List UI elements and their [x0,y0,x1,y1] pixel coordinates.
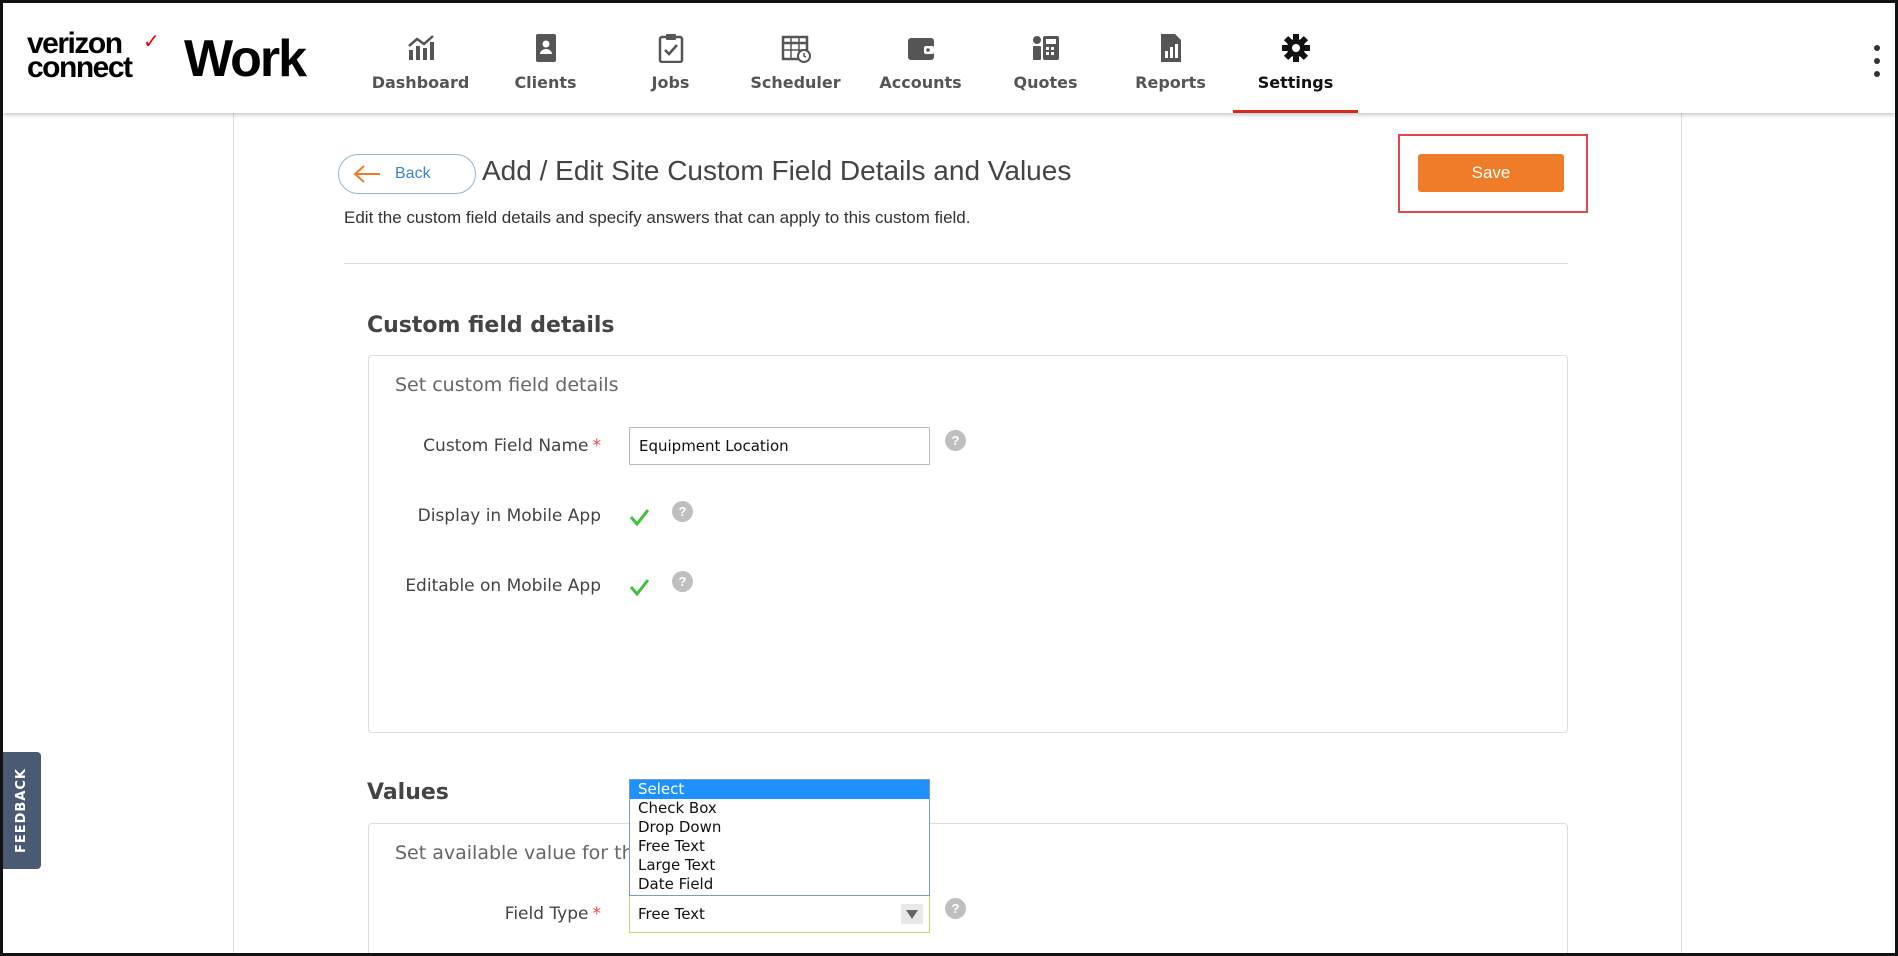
nav-label: Scheduler [750,73,841,92]
panel-heading: Set available value for this [395,842,649,864]
display-in-mobile-checkbox[interactable] [628,506,650,528]
option-free-text[interactable]: Free Text [630,837,929,856]
nav-label: Dashboard [371,73,470,92]
help-icon[interactable]: ? [672,571,693,592]
option-drop-down[interactable]: Drop Down [630,818,929,837]
page-subtitle: Edit the custom field details and specif… [344,208,971,227]
nav-label: Settings [1257,73,1334,92]
editable-on-mobile-label: Editable on Mobile App [405,576,601,596]
values-panel: Set available value for this [368,823,1568,956]
clients-book-icon [531,33,561,63]
scheduler-calendar-icon [781,33,811,63]
logo-check-mark: ✓ [143,31,160,53]
option-date-field[interactable]: Date Field [630,875,929,894]
nav-item-dashboard[interactable]: Dashboard [358,3,483,113]
logo-line-2: connect [27,51,133,84]
nav-item-settings[interactable]: Settings [1233,3,1358,113]
reports-document-icon [1156,33,1186,63]
top-navigation-bar: verizon connect ✓ Work Dashboard Clients… [3,3,1895,113]
display-in-mobile-label: Display in Mobile App [417,506,601,526]
more-options-icon[interactable] [1873,45,1881,77]
required-mark: * [592,904,602,924]
nav-item-quotes[interactable]: Quotes [983,3,1108,113]
feedback-label: FEEDBACK [14,767,30,854]
required-mark: * [592,436,602,456]
help-icon[interactable]: ? [945,898,966,919]
field-type-select[interactable]: Free Text [629,895,930,933]
verizon-connect-logo[interactable]: verizon connect ✓ [27,29,160,85]
custom-field-name-label: Custom Field Name * [380,436,601,456]
main-nav: Dashboard Clients Jobs Scheduler Account… [358,3,1358,113]
option-select[interactable]: Select [630,780,929,799]
field-type-label: Field Type * [380,904,601,924]
chevron-down-icon[interactable] [901,904,923,924]
page-title: Add / Edit Site Custom Field Details and… [482,155,1072,186]
settings-gear-icon [1281,33,1311,63]
nav-item-accounts[interactable]: Accounts [858,3,983,113]
quotes-calculator-icon [1031,33,1061,63]
custom-field-details-panel: Set custom field details [368,355,1568,733]
back-button-label: Back [395,165,431,182]
custom-field-details-heading: Custom field details [367,313,615,338]
back-button[interactable]: Back [338,154,476,194]
nav-label: Clients [514,73,577,92]
nav-label: Accounts [879,73,962,92]
nav-item-clients[interactable]: Clients [483,3,608,113]
jobs-clipboard-icon [656,33,686,63]
product-name: Work [184,30,307,88]
save-button[interactable]: Save [1418,154,1564,192]
dashboard-chart-icon [406,33,436,63]
field-type-value: Free Text [638,905,705,923]
feedback-tab[interactable]: FEEDBACK [3,752,41,869]
values-heading: Values [367,780,449,805]
panel-heading: Set custom field details [395,374,619,396]
label-text: Field Type [504,904,589,924]
arrow-left-icon [353,165,380,183]
editable-on-mobile-checkbox[interactable] [628,576,650,598]
nav-label: Jobs [651,73,690,92]
custom-field-name-input[interactable]: Equipment Location [629,427,930,465]
header-divider [344,263,1568,264]
nav-item-reports[interactable]: Reports [1108,3,1233,113]
field-type-options-list[interactable]: Select Check Box Drop Down Free Text Lar… [629,779,930,896]
help-icon[interactable]: ? [672,501,693,522]
label-text: Custom Field Name [423,436,589,456]
accounts-wallet-icon [906,33,936,63]
help-icon[interactable]: ? [945,430,966,451]
nav-item-scheduler[interactable]: Scheduler [733,3,858,113]
nav-label: Quotes [1013,73,1078,92]
option-large-text[interactable]: Large Text [630,856,929,875]
option-check-box[interactable]: Check Box [630,799,929,818]
nav-item-jobs[interactable]: Jobs [608,3,733,113]
nav-label: Reports [1135,73,1206,92]
